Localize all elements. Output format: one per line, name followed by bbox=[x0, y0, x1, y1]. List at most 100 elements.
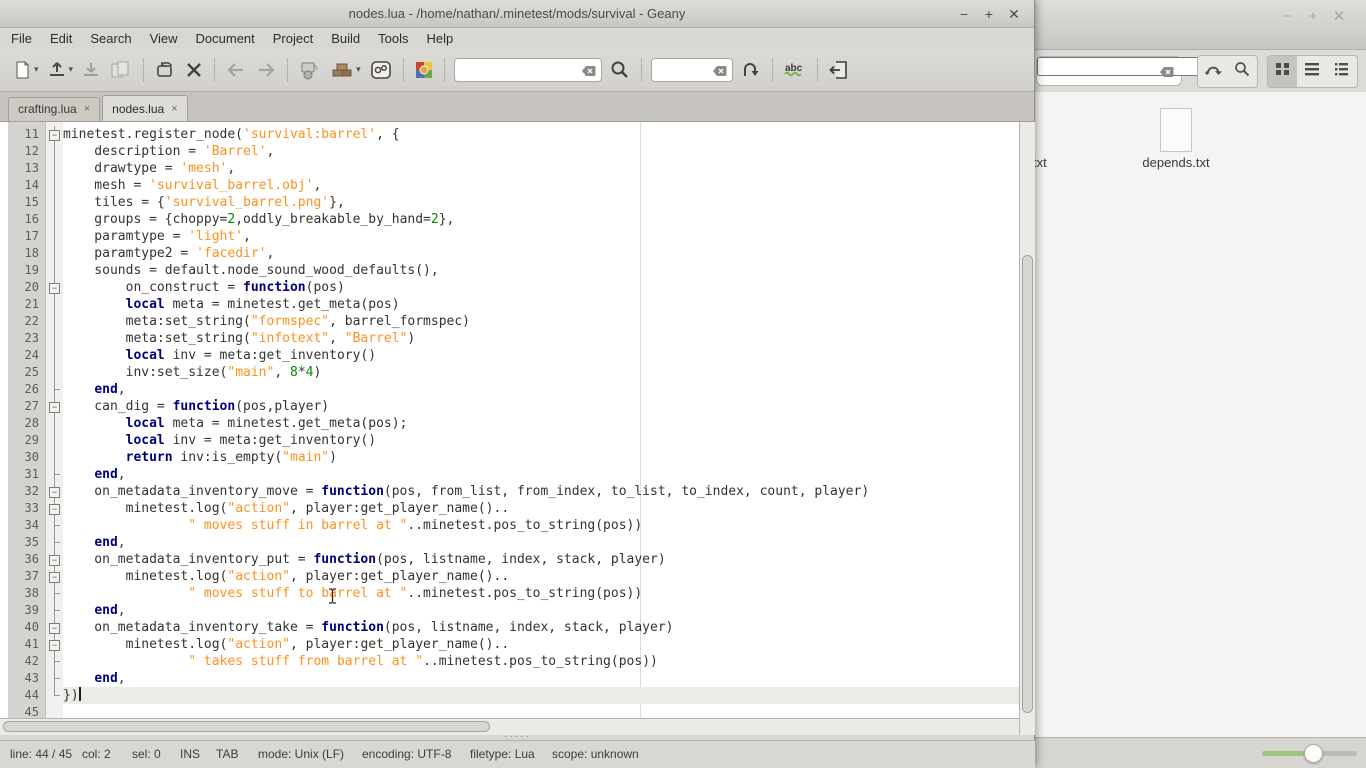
fold-toggle-icon[interactable] bbox=[46, 619, 63, 636]
menu-build[interactable]: Build bbox=[322, 30, 369, 47]
color-chooser-button[interactable] bbox=[411, 56, 437, 84]
code-line[interactable]: minetest.log("action", player:get_player… bbox=[63, 500, 1019, 517]
code-line[interactable] bbox=[63, 704, 1019, 718]
vertical-scrollbar[interactable] bbox=[1019, 122, 1035, 735]
menu-project[interactable]: Project bbox=[264, 30, 322, 47]
code-line[interactable]: drawtype = 'mesh', bbox=[63, 160, 1019, 177]
maximize-button[interactable]: + bbox=[979, 4, 999, 24]
code-line[interactable]: minetest.log("action", player:get_player… bbox=[63, 568, 1019, 585]
code-line[interactable]: on_construct = function(pos) bbox=[63, 279, 1019, 296]
code-line[interactable]: inv:set_size("main", 8*4) bbox=[63, 364, 1019, 381]
code-line[interactable]: " moves stuff to barrel at "..minetest.p… bbox=[63, 585, 1019, 602]
editor[interactable]: 11minetest.register_node('survival:barre… bbox=[0, 122, 1019, 718]
code-line[interactable]: end, bbox=[63, 534, 1019, 551]
fm-go-button[interactable] bbox=[1197, 55, 1228, 88]
code-line[interactable]: }) bbox=[63, 687, 1019, 704]
fm-titlebar[interactable]: − + ✕ bbox=[1030, 0, 1366, 50]
code-line[interactable]: end, bbox=[63, 670, 1019, 687]
chevron-down-icon[interactable]: ▾ bbox=[356, 64, 361, 75]
fm-minimize-button[interactable]: − bbox=[1276, 6, 1298, 28]
fold-toggle-icon[interactable] bbox=[46, 568, 63, 585]
code-line[interactable]: " moves stuff in barrel at "..minetest.p… bbox=[63, 517, 1019, 534]
goto-line-entry-field[interactable] bbox=[656, 60, 710, 80]
code-line[interactable]: description = 'Barrel', bbox=[63, 143, 1019, 160]
view-compact-button[interactable] bbox=[1327, 55, 1358, 88]
jump-to-line-button[interactable] bbox=[737, 56, 765, 84]
menu-edit[interactable]: Edit bbox=[41, 30, 81, 47]
clear-icon[interactable] bbox=[1159, 64, 1175, 80]
revert-button[interactable] bbox=[151, 56, 179, 84]
fm-file-area[interactable]: txt depends.txt bbox=[1030, 92, 1366, 737]
code-line[interactable]: minetest.log("action", player:get_player… bbox=[63, 636, 1019, 653]
code-line[interactable]: tiles = {'survival_barrel.png'}, bbox=[63, 194, 1019, 211]
code-line[interactable]: paramtype2 = 'facedir', bbox=[63, 245, 1019, 262]
titlebar[interactable]: nodes.lua - /home/nathan/.minetest/mods/… bbox=[0, 0, 1034, 28]
clear-icon[interactable] bbox=[712, 63, 728, 79]
tab-nodes.lua[interactable]: nodes.lua× bbox=[102, 95, 187, 121]
code-line[interactable]: sounds = default.node_sound_wood_default… bbox=[63, 262, 1019, 279]
execute-button[interactable] bbox=[366, 56, 396, 84]
new-document-button[interactable]: ▾ bbox=[9, 56, 42, 84]
fold-toggle-icon[interactable] bbox=[46, 398, 63, 415]
code-line[interactable]: local meta = minetest.get_meta(pos) bbox=[63, 296, 1019, 313]
build-button[interactable]: ▾ bbox=[327, 56, 364, 84]
code-line[interactable]: on_metadata_inventory_put = function(pos… bbox=[63, 551, 1019, 568]
fold-toggle-icon[interactable] bbox=[46, 636, 63, 653]
code-line[interactable]: paramtype = 'light', bbox=[63, 228, 1019, 245]
view-list-button[interactable] bbox=[1297, 55, 1328, 88]
fm-maximize-button[interactable]: + bbox=[1302, 6, 1324, 28]
find-button[interactable] bbox=[606, 56, 634, 84]
open-file-button[interactable]: ▾ bbox=[44, 56, 77, 84]
menu-document[interactable]: Document bbox=[187, 30, 264, 47]
code-line[interactable]: groups = {choppy=2,oddly_breakable_by_ha… bbox=[63, 211, 1019, 228]
spell-check-button[interactable]: abc bbox=[780, 56, 810, 84]
goto-line-entry[interactable] bbox=[651, 58, 733, 82]
zoom-slider[interactable] bbox=[1262, 751, 1357, 756]
fold-toggle-icon[interactable] bbox=[46, 126, 63, 143]
compile-button[interactable] bbox=[295, 56, 325, 84]
search-entry[interactable] bbox=[454, 58, 602, 82]
fold-toggle-icon[interactable] bbox=[46, 500, 63, 517]
code-line[interactable]: meta:set_string("infotext", "Barrel") bbox=[63, 330, 1019, 347]
close-button[interactable]: ✕ bbox=[1004, 4, 1024, 24]
tab-crafting.lua[interactable]: crafting.lua× bbox=[8, 97, 100, 121]
code-line[interactable]: end, bbox=[63, 466, 1019, 483]
fm-search-input[interactable] bbox=[1036, 56, 1182, 86]
fold-toggle-icon[interactable] bbox=[46, 551, 63, 568]
menu-tools[interactable]: Tools bbox=[369, 30, 417, 47]
code-line[interactable]: local meta = minetest.get_meta(pos); bbox=[63, 415, 1019, 432]
code-line[interactable]: on_metadata_inventory_move = function(po… bbox=[63, 483, 1019, 500]
code-line[interactable]: can_dig = function(pos,player) bbox=[63, 398, 1019, 415]
view-grid-button[interactable] bbox=[1267, 55, 1298, 88]
code-line[interactable]: local inv = meta:get_inventory() bbox=[63, 432, 1019, 449]
code-line[interactable]: return inv:is_empty("main") bbox=[63, 449, 1019, 466]
vertical-scrollbar-thumb[interactable] bbox=[1022, 255, 1033, 713]
code-line[interactable]: end, bbox=[63, 381, 1019, 398]
menu-help[interactable]: Help bbox=[418, 30, 463, 47]
code-line[interactable]: " takes stuff from barrel at "..minetest… bbox=[63, 653, 1019, 670]
quit-button[interactable] bbox=[825, 56, 853, 84]
tab-close-icon[interactable]: × bbox=[171, 103, 177, 115]
minimize-button[interactable]: − bbox=[954, 4, 974, 24]
code-line[interactable]: local inv = meta:get_inventory() bbox=[63, 347, 1019, 364]
menu-search[interactable]: Search bbox=[81, 30, 140, 47]
code-line[interactable]: minetest.register_node('survival:barrel'… bbox=[63, 126, 1019, 143]
code-line[interactable]: meta:set_string("formspec", barrel_forms… bbox=[63, 313, 1019, 330]
chevron-down-icon[interactable]: ▾ bbox=[69, 64, 74, 75]
fm-find-button[interactable] bbox=[1227, 55, 1258, 88]
menu-file[interactable]: File bbox=[2, 30, 41, 47]
chevron-down-icon[interactable]: ▾ bbox=[34, 64, 39, 75]
code-line[interactable]: mesh = 'survival_barrel.obj', bbox=[63, 177, 1019, 194]
zoom-slider-handle[interactable] bbox=[1304, 744, 1323, 763]
code-line[interactable]: on_metadata_inventory_take = function(po… bbox=[63, 619, 1019, 636]
fold-toggle-icon[interactable] bbox=[46, 483, 63, 500]
fm-close-button[interactable]: ✕ bbox=[1328, 6, 1350, 28]
search-entry-field[interactable] bbox=[459, 60, 579, 80]
horizontal-scrollbar-thumb[interactable] bbox=[3, 721, 490, 732]
fm-search-field[interactable] bbox=[1037, 57, 1218, 76]
tab-close-icon[interactable]: × bbox=[84, 103, 90, 115]
menu-view[interactable]: View bbox=[141, 30, 187, 47]
code-line[interactable]: end, bbox=[63, 602, 1019, 619]
clear-icon[interactable] bbox=[581, 63, 597, 79]
fold-toggle-icon[interactable] bbox=[46, 279, 63, 296]
